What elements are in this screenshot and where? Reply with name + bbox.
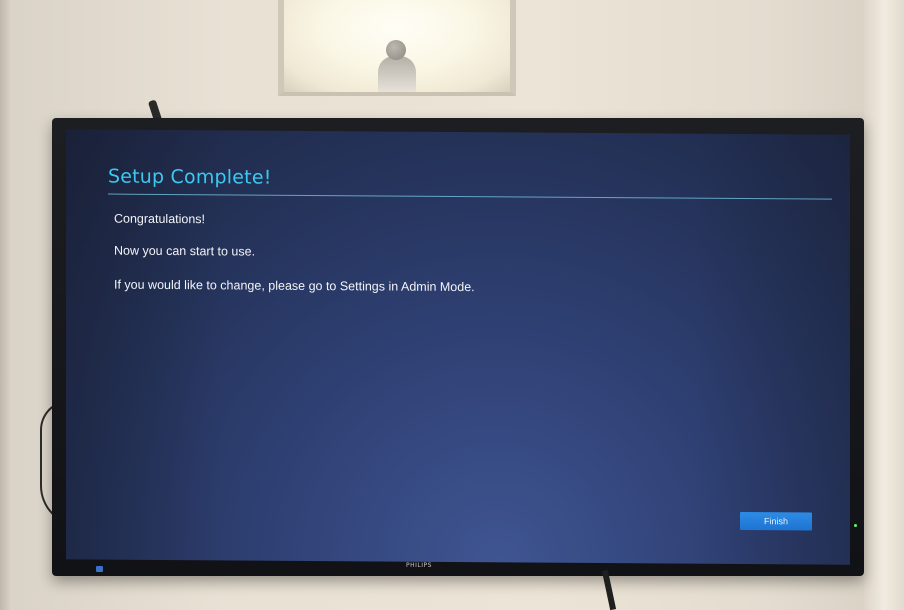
lamp-mount <box>378 56 416 92</box>
congrats-text: Congratulations! <box>114 211 206 227</box>
start-text: Now you can start to use. <box>114 243 256 259</box>
wall-edge <box>0 0 10 610</box>
photo-scene: Setup Complete! Congratulations! Now you… <box>0 0 904 610</box>
monitor-sensor-icon <box>96 566 103 572</box>
page-title: Setup Complete! <box>108 165 272 189</box>
wall-corner <box>864 0 904 610</box>
finish-button[interactable]: Finish <box>740 511 812 531</box>
power-led-icon <box>854 524 857 527</box>
setup-screen: Setup Complete! Congratulations! Now you… <box>66 129 850 565</box>
lamp-knob <box>386 40 406 60</box>
settings-hint-text: If you would like to change, please go t… <box>114 277 475 295</box>
monitor-brand-logo: PHILIPS <box>406 562 432 569</box>
wall-lamp <box>278 0 516 96</box>
